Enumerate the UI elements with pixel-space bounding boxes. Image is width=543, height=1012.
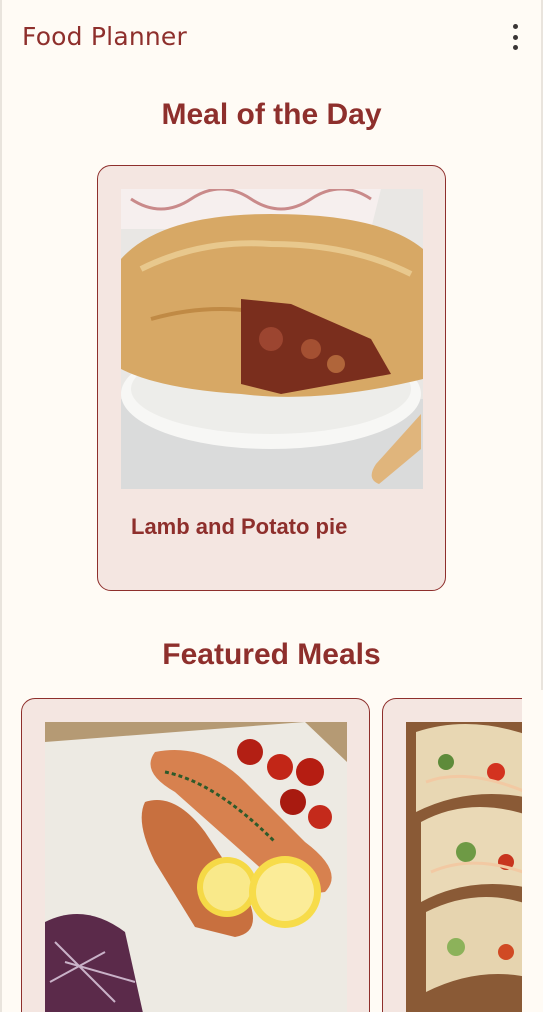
tacos-photo <box>406 722 532 1012</box>
app-title: Food Planner <box>22 22 187 51</box>
menu-dot <box>512 34 518 40</box>
meal-of-the-day-card[interactable]: Lamb and Potato pie <box>97 165 446 591</box>
featured-meals-heading: Featured Meals <box>162 638 381 671</box>
meal-of-the-day-name: Lamb and Potato pie <box>131 514 348 539</box>
more-vert-icon[interactable] <box>505 24 525 50</box>
featured-meal-card[interactable] <box>382 698 532 1012</box>
menu-dot <box>512 45 518 50</box>
screen-right-margin <box>522 690 543 1012</box>
featured-meal-card[interactable] <box>21 698 370 1012</box>
top-app-bar: Food Planner <box>0 0 543 76</box>
menu-dot <box>512 24 518 29</box>
app-screen: Food Planner Meal of the Day Lamb and Po… <box>0 0 543 1012</box>
lamb-potato-pie-photo <box>121 189 423 489</box>
window-edge-left <box>0 0 2 1012</box>
meal-of-the-day-heading: Meal of the Day <box>161 98 382 131</box>
salmon-lemon-photo <box>45 722 347 1012</box>
